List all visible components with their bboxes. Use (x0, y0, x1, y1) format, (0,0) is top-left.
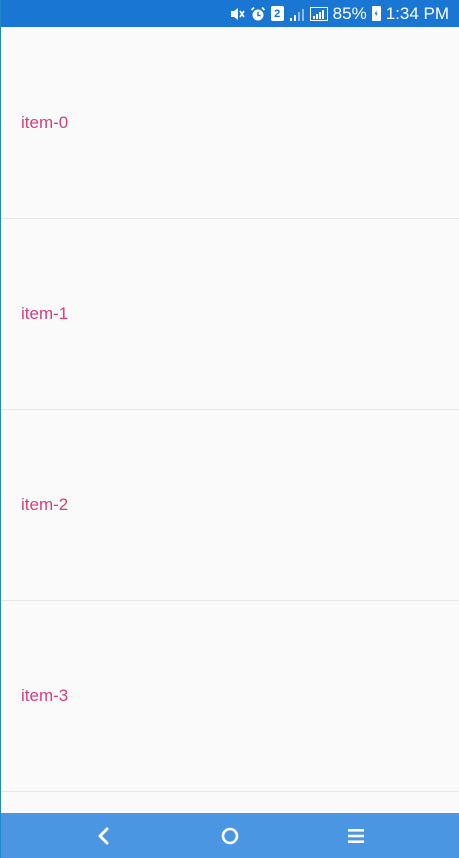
status-bar: 2 85% 1:34 PM (1, 0, 459, 27)
signal-icon (289, 6, 305, 22)
navigation-bar (1, 813, 459, 858)
back-button[interactable] (84, 816, 124, 856)
list-item-label: item-3 (21, 686, 69, 705)
app-screen: 2 85% 1:34 PM item-0 item-1 item-2 item-… (0, 0, 459, 858)
item-list: item-0 item-1 item-2 item-3 (1, 27, 459, 813)
list-item[interactable]: item-3 (1, 601, 459, 792)
sim-badge-icon: 2 (270, 6, 284, 21)
list-item[interactable]: item-1 (1, 219, 459, 410)
mute-icon (229, 6, 245, 22)
battery-icon (371, 6, 381, 21)
list-item[interactable]: item-2 (1, 410, 459, 601)
list-item[interactable]: item-0 (1, 27, 459, 219)
alarm-icon (250, 6, 266, 22)
menu-icon (348, 828, 364, 843)
list-item-label: item-0 (21, 112, 69, 132)
home-button[interactable] (210, 816, 250, 856)
list-item-label: item-2 (21, 495, 69, 514)
back-icon (98, 827, 109, 844)
status-time: 1:34 PM (385, 3, 449, 23)
menu-button[interactable] (336, 816, 376, 856)
list-item-label: item-1 (21, 304, 69, 323)
home-icon (221, 827, 239, 844)
battery-percent: 85% (332, 3, 367, 23)
signal-icon (309, 6, 328, 22)
